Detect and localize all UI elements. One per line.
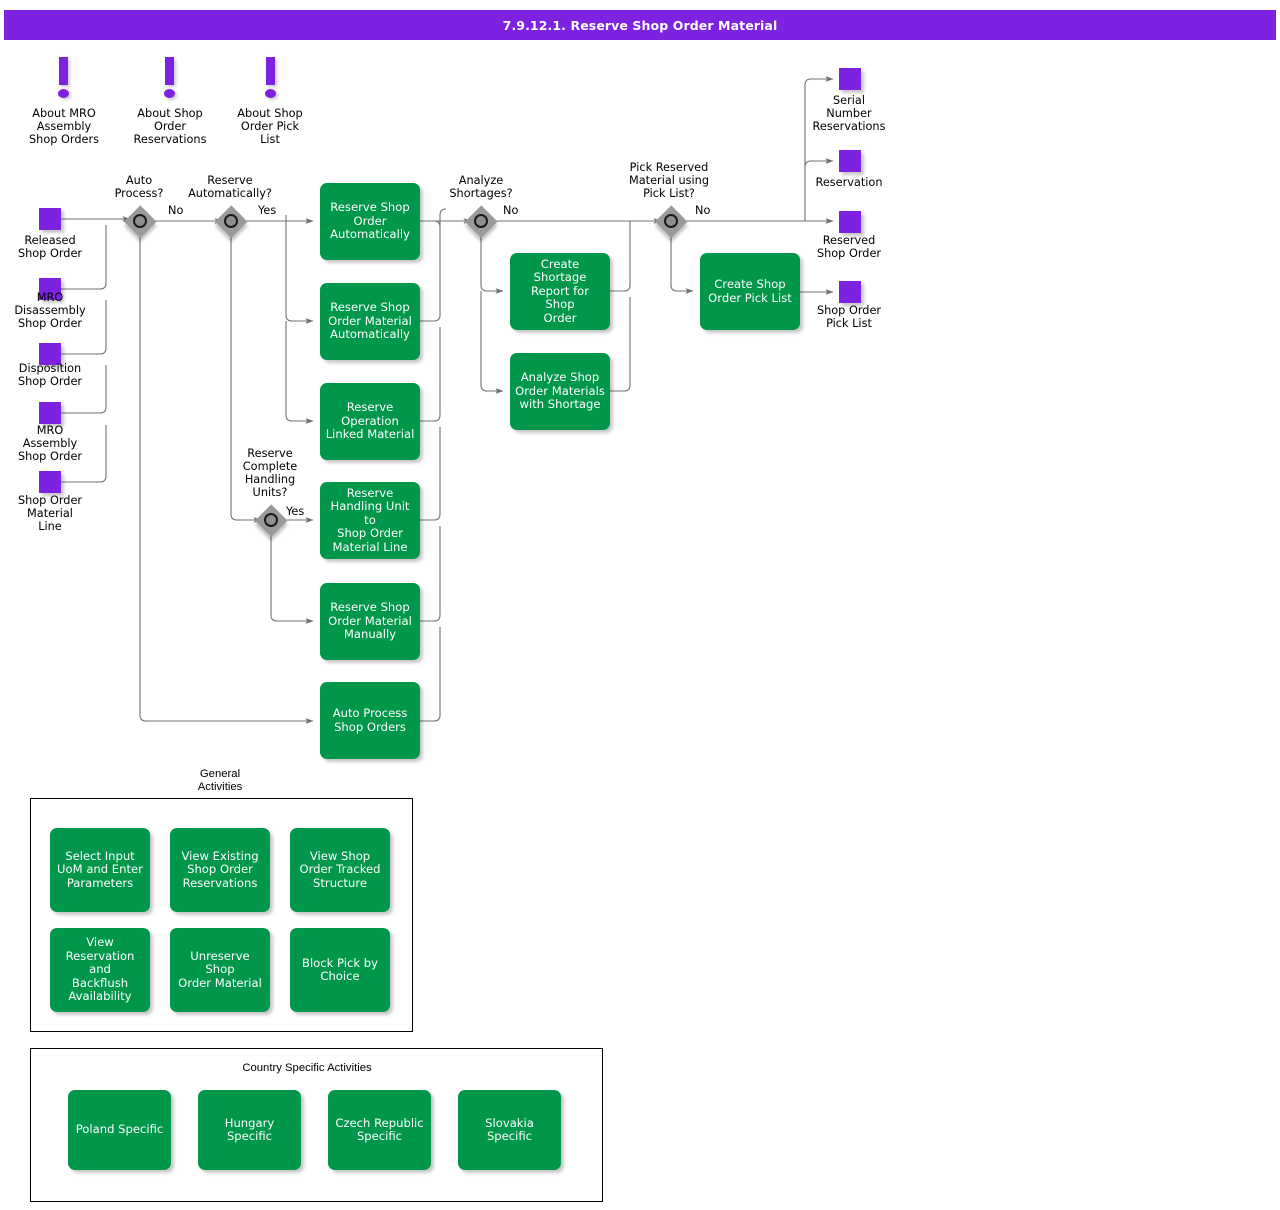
reserve-automatically-yes-label: Yes: [258, 204, 277, 217]
disposition-shop-order-label: Disposition Shop Order: [17, 362, 83, 388]
pick-reserved-material-question: Pick Reserved Material using Pick List?: [629, 161, 709, 200]
about-shop-order-pick-list-icon[interactable]: [264, 57, 278, 101]
reservation-label: Reservation: [815, 176, 883, 189]
exclamation-dot-icon: [58, 89, 69, 98]
exclamation-dot-icon: [164, 89, 175, 98]
activity-label: Create Shop Order Pick List: [708, 277, 792, 305]
activity-label: Analyze Shop Order Materials with Shorta…: [515, 370, 605, 412]
reservation-node[interactable]: [839, 150, 861, 172]
activity-label: Hungary Specific: [224, 1115, 275, 1143]
activity-block-pick-by-choice[interactable]: Block Pick by Choice: [290, 928, 390, 1012]
auto-process-question: Auto Process?: [114, 174, 164, 200]
activity-view-shop-order-tracked-structure[interactable]: View Shop Order Tracked Structure: [290, 828, 390, 912]
country-specific-activities-title: Country Specific Activities: [242, 1062, 372, 1074]
activity-select-input-uom-and-enter-parameters[interactable]: Select Input UoM and Enter Parameters: [50, 828, 150, 912]
activity-view-existing-shop-order-reservations[interactable]: View Existing Shop Order Reservations: [170, 828, 270, 912]
activity-label: Auto Process Shop Orders: [332, 706, 408, 734]
gateway-circle-icon: [474, 214, 488, 228]
activity-label: Select Input UoM and Enter Parameters: [57, 848, 143, 890]
exclamation-bar-icon: [165, 57, 174, 85]
serial-number-reservations-node[interactable]: [839, 68, 861, 90]
activity-label: Block Pick by Choice: [302, 955, 378, 983]
reserve-complete-handling-units-question: Reserve Complete Handling Units?: [242, 447, 298, 499]
activity-reserve-handling-unit-to-shop-order-material-line[interactable]: Reserve Handling Unit to Shop Order Mate…: [320, 482, 420, 559]
mro-disassembly-shop-order-label: MRO Disassembly Shop Order: [14, 291, 86, 330]
activity-analyze-shop-order-materials-with-shortage[interactable]: Analyze Shop Order Materials with Shorta…: [510, 353, 610, 430]
gateway-reserve-automatically[interactable]: [215, 205, 247, 237]
analyze-shortages-question: Analyze Shortages?: [449, 174, 513, 200]
exclamation-bar-icon: [59, 57, 68, 85]
released-shop-order-label: Released Shop Order: [17, 234, 83, 260]
activity-label: Unreserve Shop Order Material: [178, 948, 262, 990]
activity-label: Czech Republic Specific: [335, 1115, 424, 1143]
activity-label: Create Shortage Report for Shop Order: [530, 256, 590, 325]
general-activities-title: General Activities: [197, 768, 243, 793]
serial-number-reservations-label: Serial Number Reservations: [812, 94, 886, 133]
activity-label: Reserve Shop Order Material Automaticall…: [328, 300, 412, 342]
activity-unreserve-shop-order-material[interactable]: Unreserve Shop Order Material: [170, 928, 270, 1012]
activity-reserve-shop-order-material-automatically[interactable]: Reserve Shop Order Material Automaticall…: [320, 283, 420, 360]
gateway-pick-reserved-material-using-pick-list[interactable]: [655, 205, 687, 237]
gateway-analyze-shortages[interactable]: [465, 205, 497, 237]
exclamation-bar-icon: [266, 57, 275, 85]
process-diagram-canvas: 7.9.12.1. Reserve Shop Order Material Ab…: [0, 0, 1280, 1210]
released-shop-order-node[interactable]: [39, 208, 61, 230]
activity-create-shop-order-pick-list[interactable]: Create Shop Order Pick List: [700, 253, 800, 330]
activity-label: Poland Specific: [75, 1122, 164, 1137]
activity-label: View Reservation and Backflush Availabil…: [65, 935, 135, 1004]
activity-hungary-specific[interactable]: Hungary Specific: [198, 1090, 301, 1170]
activity-create-shortage-report-for-shop-order[interactable]: Create Shortage Report for Shop Order: [510, 253, 610, 330]
activity-label: Reserve Shop Order Automatically: [330, 200, 410, 242]
activity-label: View Existing Shop Order Reservations: [181, 848, 259, 890]
activity-czech-republic-specific[interactable]: Czech Republic Specific: [328, 1090, 431, 1170]
activity-reserve-operation-linked-material[interactable]: Reserve Operation Linked Material: [320, 383, 420, 460]
exclamation-dot-icon: [265, 89, 276, 98]
gateway-circle-icon: [133, 214, 147, 228]
shop-order-material-line-node[interactable]: [39, 471, 61, 493]
about-shop-order-reservations-icon[interactable]: [163, 57, 177, 101]
about-shop-order-pick-list-label: About Shop Order Pick List: [237, 107, 303, 146]
activity-reserve-shop-order-material-manually[interactable]: Reserve Shop Order Material Manually: [320, 583, 420, 660]
gateway-circle-icon: [224, 214, 238, 228]
activity-view-reservation-and-backflush-availability[interactable]: View Reservation and Backflush Availabil…: [50, 928, 150, 1012]
activity-label: Reserve Operation Linked Material: [325, 400, 415, 442]
reserve-complete-handling-units-yes-label: Yes: [286, 505, 305, 518]
activity-slovakia-specific[interactable]: Slovakia Specific: [458, 1090, 561, 1170]
mro-assembly-shop-order-label: MRO Assembly Shop Order: [17, 424, 83, 463]
analyze-shortages-no-label: No: [503, 204, 519, 217]
activity-label: View Shop Order Tracked Structure: [299, 848, 381, 890]
page-title: 7.9.12.1. Reserve Shop Order Material: [4, 10, 1276, 40]
auto-process-no-label: No: [168, 204, 184, 217]
activity-reserve-shop-order-automatically[interactable]: Reserve Shop Order Automatically: [320, 183, 420, 260]
gateway-auto-process[interactable]: [124, 205, 156, 237]
activity-label: Slovakia Specific: [485, 1115, 534, 1143]
about-mro-assembly-shop-orders-label: About MRO Assembly Shop Orders: [29, 107, 99, 146]
reserved-shop-order-label: Reserved Shop Order: [816, 234, 882, 260]
mro-assembly-shop-order-node[interactable]: [39, 402, 61, 424]
gateway-circle-icon: [664, 214, 678, 228]
gateway-reserve-complete-handling-units[interactable]: [255, 504, 287, 536]
reserved-shop-order-node[interactable]: [839, 211, 861, 233]
shop-order-pick-list-label: Shop Order Pick List: [816, 304, 882, 330]
shop-order-material-line-label: Shop Order Material Line: [17, 494, 83, 533]
activity-label: Reserve Handling Unit to Shop Order Mate…: [330, 485, 410, 554]
about-mro-assembly-shop-orders-icon[interactable]: [57, 57, 71, 101]
reserve-automatically-question: Reserve Automatically?: [188, 174, 272, 200]
activity-poland-specific[interactable]: Poland Specific: [68, 1090, 171, 1170]
shop-order-pick-list-node[interactable]: [839, 281, 861, 303]
gateway-circle-icon: [264, 513, 278, 527]
activity-auto-process-shop-orders[interactable]: Auto Process Shop Orders: [320, 682, 420, 759]
pick-reserved-material-no-label: No: [695, 204, 711, 217]
activity-label: Reserve Shop Order Material Manually: [328, 600, 412, 642]
